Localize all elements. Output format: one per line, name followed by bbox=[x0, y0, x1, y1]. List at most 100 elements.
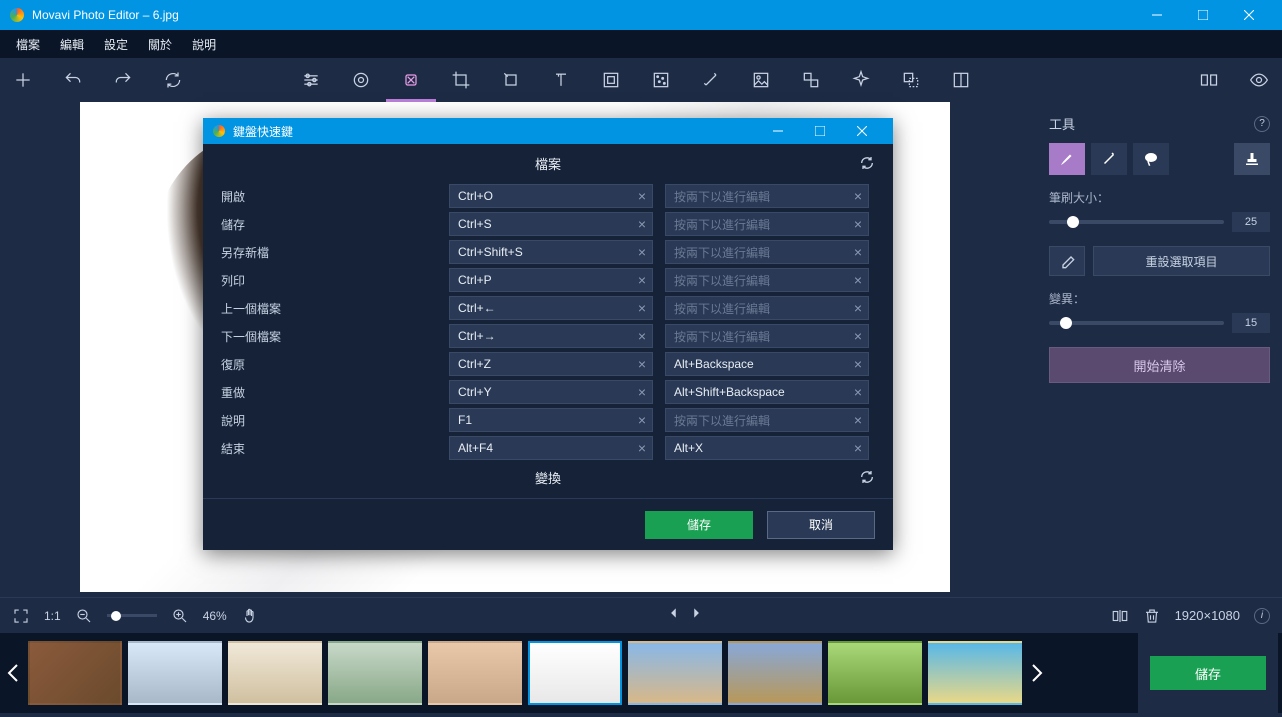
shortcut-input-secondary[interactable]: Alt+X× bbox=[665, 436, 869, 460]
layout-icon[interactable] bbox=[950, 69, 972, 91]
clear-icon[interactable]: × bbox=[638, 356, 646, 372]
pin-icon[interactable] bbox=[850, 69, 872, 91]
shortcut-input-secondary[interactable]: 按兩下以進行編輯× bbox=[665, 296, 869, 320]
next-image-button[interactable] bbox=[689, 606, 703, 625]
thumbnail[interactable] bbox=[128, 641, 222, 705]
menu-file[interactable]: 檔案 bbox=[8, 32, 48, 57]
menu-settings[interactable]: 設定 bbox=[96, 32, 136, 57]
clear-icon[interactable]: × bbox=[638, 328, 646, 344]
maximize-button[interactable] bbox=[1180, 0, 1226, 30]
help-icon[interactable]: ? bbox=[1254, 116, 1270, 132]
info-icon[interactable]: i bbox=[1254, 608, 1270, 624]
wand-tab[interactable] bbox=[1091, 143, 1127, 175]
undo-icon[interactable] bbox=[62, 69, 84, 91]
noise-icon[interactable] bbox=[650, 69, 672, 91]
variance-value[interactable]: 15 bbox=[1232, 313, 1270, 333]
redo-icon[interactable] bbox=[112, 69, 134, 91]
variance-slider[interactable] bbox=[1049, 321, 1224, 325]
fullscreen-icon[interactable] bbox=[12, 607, 30, 625]
clear-icon[interactable]: × bbox=[638, 300, 646, 316]
target-icon[interactable] bbox=[350, 69, 372, 91]
menu-edit[interactable]: 編輯 bbox=[52, 32, 92, 57]
shortcut-input-primary[interactable]: Ctrl+S× bbox=[449, 212, 653, 236]
image-icon[interactable] bbox=[750, 69, 772, 91]
thumbnail[interactable] bbox=[228, 641, 322, 705]
stamp-tab[interactable] bbox=[1234, 143, 1270, 175]
shortcut-input-primary[interactable]: Alt+F4× bbox=[449, 436, 653, 460]
menu-help[interactable]: 說明 bbox=[184, 32, 224, 57]
frame-icon[interactable] bbox=[600, 69, 622, 91]
start-erase-button[interactable]: 開始清除 bbox=[1049, 347, 1270, 383]
clear-icon[interactable]: × bbox=[854, 328, 862, 344]
save-button[interactable]: 儲存 bbox=[1150, 656, 1266, 690]
magic-icon[interactable] bbox=[700, 69, 722, 91]
dialog-minimize-button[interactable] bbox=[757, 118, 799, 144]
brush-size-slider[interactable] bbox=[1049, 220, 1224, 224]
shortcut-input-secondary[interactable]: 按兩下以進行編輯× bbox=[665, 184, 869, 208]
adjust-icon[interactable] bbox=[300, 69, 322, 91]
zoom-slider[interactable] bbox=[107, 614, 157, 617]
thumbnail[interactable] bbox=[528, 641, 622, 705]
clear-icon[interactable]: × bbox=[854, 356, 862, 372]
reset-section-icon[interactable] bbox=[859, 155, 875, 171]
shortcut-input-secondary[interactable]: 按兩下以進行編輯× bbox=[665, 408, 869, 432]
add-icon[interactable] bbox=[12, 69, 34, 91]
thumbnail[interactable] bbox=[428, 641, 522, 705]
rotate-icon[interactable] bbox=[500, 69, 522, 91]
shapes-icon[interactable] bbox=[800, 69, 822, 91]
dialog-close-button[interactable] bbox=[841, 118, 883, 144]
clear-icon[interactable]: × bbox=[854, 244, 862, 260]
clear-icon[interactable]: × bbox=[854, 188, 862, 204]
prev-image-button[interactable] bbox=[667, 606, 681, 625]
erase-icon[interactable] bbox=[400, 69, 422, 91]
clear-icon[interactable]: × bbox=[854, 384, 862, 400]
ratio-label[interactable]: 1:1 bbox=[44, 609, 61, 623]
lasso-tab[interactable] bbox=[1133, 143, 1169, 175]
dialog-maximize-button[interactable] bbox=[799, 118, 841, 144]
shortcut-input-secondary[interactable]: 按兩下以進行編輯× bbox=[665, 212, 869, 236]
shortcut-input-secondary[interactable]: 按兩下以進行編輯× bbox=[665, 324, 869, 348]
clear-icon[interactable]: × bbox=[854, 412, 862, 428]
shortcut-input-primary[interactable]: Ctrl+Z× bbox=[449, 352, 653, 376]
shortcut-input-secondary[interactable]: 按兩下以進行編輯× bbox=[665, 268, 869, 292]
clear-icon[interactable]: × bbox=[638, 244, 646, 260]
clear-icon[interactable]: × bbox=[638, 412, 646, 428]
thumbnail[interactable] bbox=[328, 641, 422, 705]
eraser-button[interactable] bbox=[1049, 246, 1085, 276]
clear-icon[interactable]: × bbox=[638, 188, 646, 204]
thumbnail[interactable] bbox=[928, 641, 1022, 705]
thumbnail[interactable] bbox=[628, 641, 722, 705]
brush-tab[interactable] bbox=[1049, 143, 1085, 175]
shortcut-input-primary[interactable]: Ctrl+→× bbox=[449, 324, 653, 348]
clear-icon[interactable]: × bbox=[854, 272, 862, 288]
close-button[interactable] bbox=[1226, 0, 1272, 30]
thumbnail[interactable] bbox=[728, 641, 822, 705]
text-icon[interactable] bbox=[550, 69, 572, 91]
shortcut-input-secondary[interactable]: Alt+Shift+Backspace× bbox=[665, 380, 869, 404]
shortcut-input-primary[interactable]: Ctrl+P× bbox=[449, 268, 653, 292]
zoom-out-icon[interactable] bbox=[75, 607, 93, 625]
clear-icon[interactable]: × bbox=[638, 440, 646, 456]
delete-icon[interactable] bbox=[1143, 607, 1161, 625]
shortcut-input-primary[interactable]: F1× bbox=[449, 408, 653, 432]
clear-icon[interactable]: × bbox=[638, 272, 646, 288]
reset-selection-button[interactable]: 重設選取項目 bbox=[1093, 246, 1270, 276]
crop-icon[interactable] bbox=[450, 69, 472, 91]
shortcut-input-secondary[interactable]: Alt+Backspace× bbox=[665, 352, 869, 376]
dialog-cancel-button[interactable]: 取消 bbox=[767, 511, 875, 539]
before-after-icon[interactable] bbox=[1111, 607, 1129, 625]
refresh-icon[interactable] bbox=[162, 69, 184, 91]
brush-size-value[interactable]: 25 bbox=[1232, 212, 1270, 232]
thumbnail[interactable] bbox=[828, 641, 922, 705]
hand-icon[interactable] bbox=[241, 607, 259, 625]
preview-icon[interactable] bbox=[1248, 69, 1270, 91]
reset-section-icon[interactable] bbox=[859, 469, 875, 485]
minimize-button[interactable] bbox=[1134, 0, 1180, 30]
zoom-in-icon[interactable] bbox=[171, 607, 189, 625]
shortcut-input-secondary[interactable]: 按兩下以進行編輯× bbox=[665, 240, 869, 264]
thumb-next-button[interactable] bbox=[1028, 639, 1046, 707]
clear-icon[interactable]: × bbox=[638, 216, 646, 232]
clear-icon[interactable]: × bbox=[854, 440, 862, 456]
clear-icon[interactable]: × bbox=[854, 300, 862, 316]
thumb-prev-button[interactable] bbox=[4, 639, 22, 707]
